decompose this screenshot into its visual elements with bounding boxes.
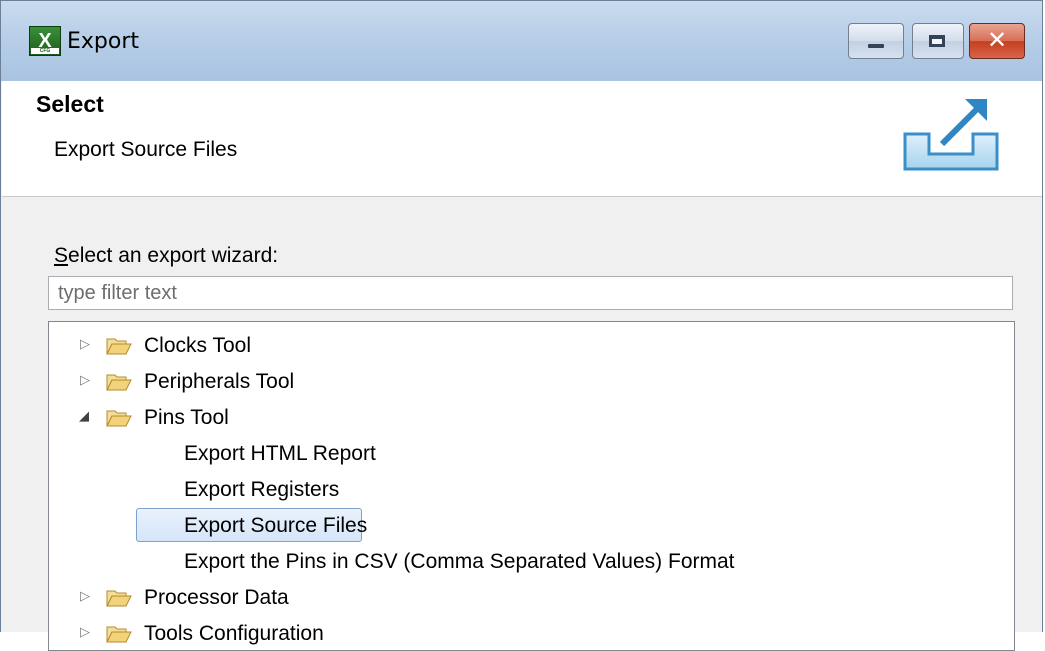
wizard-header: Select Export Source Files: [2, 81, 1042, 197]
tree-item-peripherals-tool[interactable]: ▷ Peripherals Tool: [49, 364, 1014, 400]
tree-item-label: Processor Data: [144, 586, 289, 609]
filter-input[interactable]: [48, 276, 1013, 310]
minimize-icon: [868, 44, 884, 48]
expand-arrow-icon[interactable]: ▷: [80, 337, 94, 353]
tree-item-label: Export Source Files: [184, 514, 368, 537]
collapse-arrow-icon[interactable]: ◢: [79, 409, 93, 425]
folder-icon: [106, 374, 132, 391]
folder-icon: [106, 338, 132, 355]
tree-item-export-pins-csv[interactable]: Export the Pins in CSV (Comma Separated …: [49, 544, 1014, 580]
tree-item-label: Tools Configuration: [144, 622, 324, 645]
page-title: Select: [36, 91, 104, 117]
close-button[interactable]: ✕: [969, 23, 1025, 59]
tree-item-processor-data[interactable]: ▷ Processor Data: [49, 580, 1014, 616]
page-description: Export Source Files: [54, 138, 238, 161]
tree-item-export-html-report[interactable]: Export HTML Report: [49, 436, 1014, 472]
wizard-tree[interactable]: ▷ Clocks Tool ▷ Peripherals Tool ◢ Pins …: [48, 321, 1015, 651]
export-arrow-icon: [903, 99, 999, 171]
tree-item-export-source-files[interactable]: Export Source Files: [49, 508, 1014, 544]
title-bar[interactable]: X CFG Export ✕: [1, 1, 1042, 81]
tree-item-label: Pins Tool: [144, 406, 229, 429]
tree-item-label: Peripherals Tool: [144, 370, 295, 393]
export-dialog: X CFG Export ✕ Select Export Source File…: [0, 0, 1043, 651]
expand-arrow-icon[interactable]: ▷: [80, 373, 94, 389]
tree-item-label: Export Registers: [184, 478, 340, 501]
maximize-button[interactable]: [912, 23, 964, 59]
maximize-icon: [929, 35, 945, 47]
folder-icon: [106, 590, 132, 607]
tree-item-pins-tool[interactable]: ◢ Pins Tool: [49, 400, 1014, 436]
wizard-prompt-text: elect an export wizard:: [68, 244, 279, 267]
folder-icon: [106, 626, 132, 643]
tree-item-clocks-tool[interactable]: ▷ Clocks Tool: [49, 328, 1014, 364]
tree-item-label: Clocks Tool: [144, 334, 251, 357]
minimize-button[interactable]: [848, 23, 904, 59]
app-icon: X CFG: [29, 26, 61, 56]
expand-arrow-icon[interactable]: ▷: [80, 589, 94, 605]
window-title: Export: [67, 29, 140, 54]
tree-item-label: Export HTML Report: [184, 442, 376, 465]
app-icon-sub: CFG: [31, 48, 59, 54]
wizard-prompt-label: Select an export wizard:: [54, 244, 278, 268]
tree-item-tools-configuration[interactable]: ▷ Tools Configuration: [49, 616, 1014, 650]
close-icon: ✕: [986, 26, 1008, 54]
wizard-prompt-accel: S: [54, 244, 69, 267]
tree-item-export-registers[interactable]: Export Registers: [49, 472, 1014, 508]
tree-item-label: Export the Pins in CSV (Comma Separated …: [184, 550, 735, 573]
folder-open-icon: [106, 410, 132, 427]
expand-arrow-icon[interactable]: ▷: [80, 625, 94, 641]
